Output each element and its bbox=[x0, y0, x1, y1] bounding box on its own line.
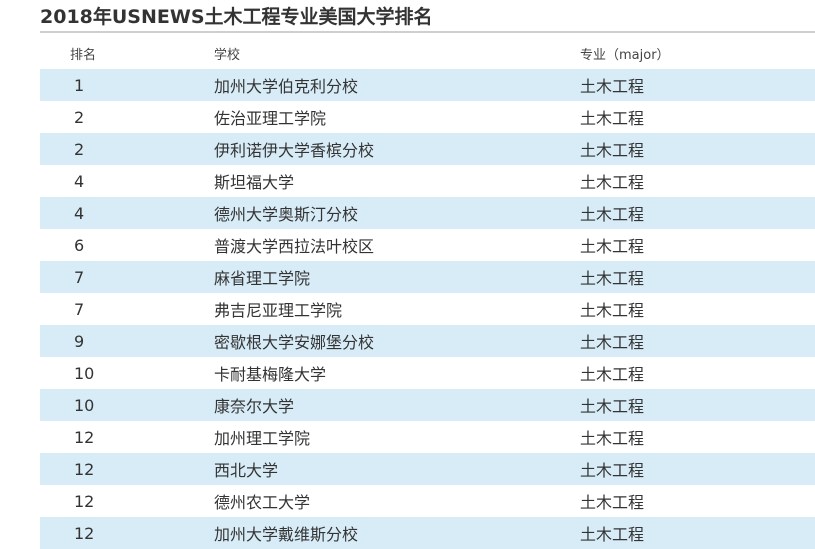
table-row: 12 加州大学戴维斯分校 土木工程 bbox=[40, 517, 815, 549]
table-row: 7 弗吉尼亚理工学院 土木工程 bbox=[40, 293, 815, 325]
table-row: 12 西北大学 土木工程 bbox=[40, 453, 815, 485]
major-cell: 土木工程 bbox=[580, 269, 645, 288]
table-row: 2 伊利诺伊大学香槟分校 土木工程 bbox=[40, 133, 815, 165]
rank-cell: 7 bbox=[74, 299, 85, 319]
table-row: 10 康奈尔大学 土木工程 bbox=[40, 389, 815, 421]
school-cell: 弗吉尼亚理工学院 bbox=[214, 301, 343, 320]
school-cell: 密歇根大学安娜堡分校 bbox=[214, 333, 375, 352]
school-cell: 德州大学奥斯汀分校 bbox=[214, 205, 359, 224]
table-row: 7 麻省理工学院 土木工程 bbox=[40, 261, 815, 293]
rank-cell: 12 bbox=[74, 459, 95, 479]
school-cell: 西北大学 bbox=[214, 461, 279, 480]
table-row: 12 加州理工学院 土木工程 bbox=[40, 421, 815, 453]
school-cell: 佐治亚理工学院 bbox=[214, 109, 327, 128]
school-cell: 普渡大学西拉法叶校区 bbox=[214, 237, 375, 256]
major-cell: 土木工程 bbox=[580, 365, 645, 384]
major-cell: 土木工程 bbox=[580, 525, 645, 544]
school-cell: 加州大学伯克利分校 bbox=[214, 77, 359, 96]
table-row: 9 密歇根大学安娜堡分校 土木工程 bbox=[40, 325, 815, 357]
rank-cell: 12 bbox=[74, 427, 95, 447]
rank-cell: 6 bbox=[74, 235, 85, 255]
rank-cell: 9 bbox=[74, 331, 85, 351]
rank-cell: 7 bbox=[74, 267, 85, 287]
table-row: 4 德州大学奥斯汀分校 土木工程 bbox=[40, 197, 815, 229]
school-cell: 斯坦福大学 bbox=[214, 173, 295, 192]
table-row: 6 普渡大学西拉法叶校区 土木工程 bbox=[40, 229, 815, 261]
school-cell: 德州农工大学 bbox=[214, 493, 311, 512]
rank-cell: 10 bbox=[74, 363, 95, 383]
major-cell: 土木工程 bbox=[580, 77, 645, 96]
major-cell: 土木工程 bbox=[580, 237, 645, 256]
table-row: 1 加州大学伯克利分校 土木工程 bbox=[40, 69, 815, 101]
table-row: 2 佐治亚理工学院 土木工程 bbox=[40, 101, 815, 133]
major-cell: 土木工程 bbox=[580, 173, 645, 192]
rank-cell: 10 bbox=[74, 395, 95, 415]
title-divider bbox=[40, 31, 815, 33]
major-cell: 土木工程 bbox=[580, 301, 645, 320]
major-cell: 土木工程 bbox=[580, 333, 645, 352]
rank-cell: 4 bbox=[74, 171, 85, 191]
table-row: 12 德州农工大学 土木工程 bbox=[40, 485, 815, 517]
major-cell: 土木工程 bbox=[580, 109, 645, 128]
school-cell: 康奈尔大学 bbox=[214, 397, 295, 416]
rank-cell: 12 bbox=[74, 523, 95, 543]
school-cell: 加州理工学院 bbox=[214, 429, 311, 448]
table-row: 4 斯坦福大学 土木工程 bbox=[40, 165, 815, 197]
header-school: 学校 bbox=[214, 48, 241, 63]
rank-cell: 4 bbox=[74, 203, 85, 223]
major-cell: 土木工程 bbox=[580, 141, 645, 160]
major-cell: 土木工程 bbox=[580, 429, 645, 448]
table-row: 10 卡耐基梅隆大学 土木工程 bbox=[40, 357, 815, 389]
rank-cell: 2 bbox=[74, 139, 85, 159]
major-cell: 土木工程 bbox=[580, 461, 645, 480]
school-cell: 卡耐基梅隆大学 bbox=[214, 365, 327, 384]
rank-cell: 2 bbox=[74, 107, 85, 127]
major-cell: 土木工程 bbox=[580, 205, 645, 224]
major-cell: 土木工程 bbox=[580, 493, 645, 512]
ranking-table: 排名 学校 专业（major） 1 加州大学伯克利分校 土木工程 2 佐治亚理工… bbox=[40, 38, 815, 549]
rank-cell: 1 bbox=[74, 75, 85, 95]
table-header-row: 排名 学校 专业（major） bbox=[40, 38, 815, 69]
page-title: 2018年USNEWS土木工程专业美国大学排名 bbox=[40, 6, 433, 28]
major-cell: 土木工程 bbox=[580, 397, 645, 416]
school-cell: 加州大学戴维斯分校 bbox=[214, 525, 359, 544]
header-major: 专业（major） bbox=[580, 48, 670, 63]
school-cell: 麻省理工学院 bbox=[214, 269, 311, 288]
header-rank: 排名 bbox=[70, 48, 97, 63]
school-cell: 伊利诺伊大学香槟分校 bbox=[214, 141, 375, 160]
rank-cell: 12 bbox=[74, 491, 95, 511]
